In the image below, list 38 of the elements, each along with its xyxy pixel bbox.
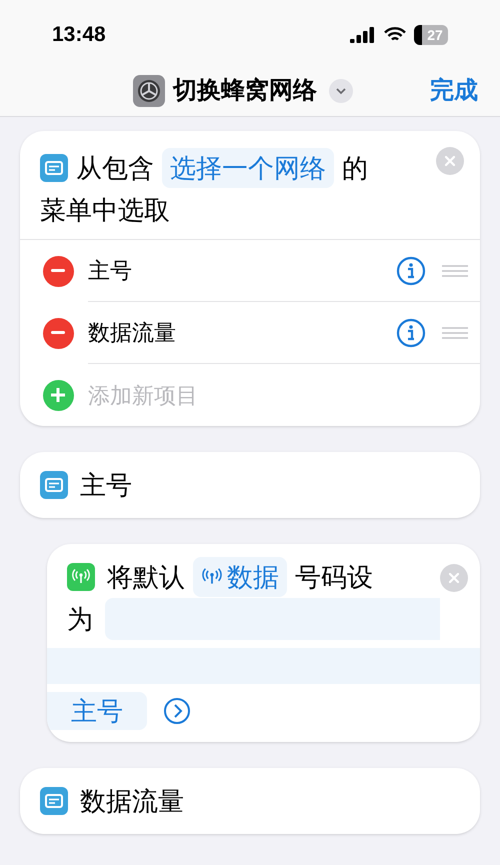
action-text: 从包含 [76, 152, 154, 185]
remove-button[interactable] [42, 318, 74, 348]
close-icon [448, 572, 460, 584]
item-label: 数据流量 [88, 319, 177, 347]
action-text: 为 [67, 603, 93, 636]
info-icon[interactable] [396, 318, 426, 348]
done-button[interactable]: 完成 [430, 72, 478, 108]
drag-handle-icon[interactable] [442, 264, 468, 276]
minus-icon [51, 331, 65, 335]
remove-button[interactable] [42, 256, 74, 286]
status-time: 13:48 [52, 22, 106, 48]
action-text: 的 [342, 152, 368, 185]
chevron-down-icon [335, 86, 347, 94]
action-text: 将默认 [107, 561, 185, 594]
variable-token[interactable]: 数据 [193, 557, 287, 597]
menu-icon [40, 154, 68, 182]
shortcut-title: 切换蜂窝网络 [173, 76, 317, 106]
wifi-icon [384, 26, 406, 42]
case-label: 主号 [80, 468, 132, 502]
add-button[interactable] [42, 380, 74, 410]
case-label: 数据流量 [80, 784, 184, 818]
plus-icon [51, 388, 65, 402]
menu-icon [40, 787, 68, 815]
minus-icon [51, 269, 65, 273]
drag-handle-icon[interactable] [442, 326, 468, 338]
chevron-right-icon[interactable] [163, 697, 191, 725]
close-icon [444, 155, 456, 167]
item-label: 主号 [88, 257, 133, 285]
variable-token[interactable]: 选择一个网络 [162, 148, 334, 188]
action-text: 菜单中选取 [40, 194, 170, 227]
battery-indicator: 27 [414, 24, 448, 44]
menu-icon [40, 471, 68, 499]
action-text: 号码设 [295, 561, 373, 594]
variable-token[interactable]: 主号 [47, 692, 147, 730]
signal-icon [350, 26, 376, 42]
gear-icon [133, 74, 165, 106]
dropdown-button[interactable] [329, 78, 353, 102]
info-icon[interactable] [396, 256, 426, 286]
